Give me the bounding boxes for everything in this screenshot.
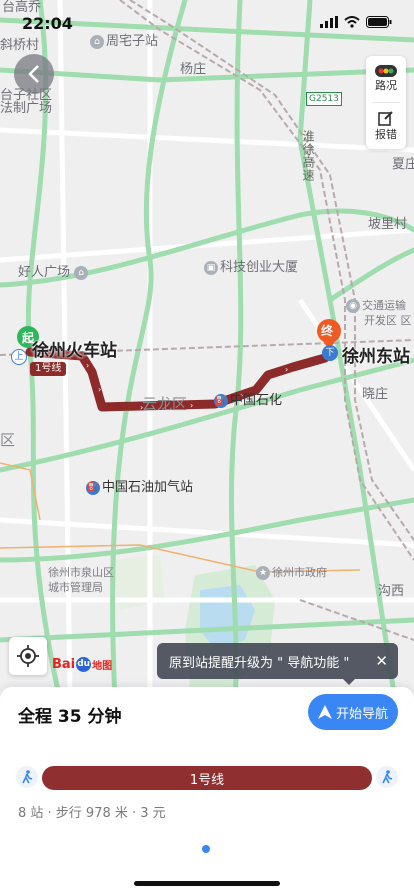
route-duration: 全程 35 分钟	[18, 707, 122, 727]
traffic-button[interactable]: 路况	[366, 56, 406, 102]
svg-text:›: ›	[190, 401, 193, 410]
road-label: 淮徐高速	[301, 130, 315, 182]
map-label: ⛽ 中国石油加气站	[86, 480, 194, 495]
gas-station-icon: ⛽	[214, 393, 228, 408]
walk-icon	[376, 766, 398, 788]
map-label: 夏庄	[392, 157, 414, 172]
alight-icon: 下	[322, 345, 338, 361]
map-label: ◉ 交通运输	[346, 298, 406, 314]
map-label: 法制广场	[0, 101, 53, 116]
route-panel: 全程 35 分钟 开始导航 1号线 8 站 · 步行 978 米 · 3 元	[0, 687, 414, 896]
home-indicator	[134, 881, 280, 886]
map-label: 城市管理局	[48, 581, 103, 594]
navigate-arrow-icon	[317, 705, 332, 719]
map-label: 晓庄	[362, 387, 389, 402]
svg-text:›: ›	[86, 361, 89, 370]
star-icon: ★	[256, 566, 270, 580]
route-segments[interactable]: 1号线	[16, 766, 398, 790]
report-label: 报错	[375, 128, 397, 141]
traffic-label: 路况	[375, 79, 397, 92]
status-time: 22:04	[22, 14, 73, 33]
landmark-icon: ⌂	[74, 265, 89, 280]
map-label: ▣ 科技创业大厦	[204, 260, 298, 276]
map-label: 开发区 区	[364, 314, 412, 327]
battery-icon	[366, 16, 392, 28]
svg-text:›: ›	[98, 385, 101, 394]
board-icon: 上	[11, 349, 27, 365]
map-tools: 路况 报错	[366, 56, 406, 149]
destination-station-label[interactable]: 徐州东站	[342, 349, 410, 366]
crosshair-icon	[17, 645, 39, 667]
line-tag: 1号线	[30, 362, 67, 376]
origin-station-label[interactable]: 徐州火车站	[32, 343, 117, 360]
map-label: ⛽ 中国石化	[214, 393, 283, 408]
government-icon: ◉	[346, 299, 360, 313]
svg-text:›: ›	[285, 365, 288, 374]
status-bar: 22:04	[0, 0, 414, 44]
map-label: ★ 徐州市政府	[256, 565, 327, 581]
signal-icon	[320, 16, 338, 28]
district-label: 云龙区	[142, 395, 188, 413]
page-indicator[interactable]	[202, 845, 210, 853]
locate-button[interactable]	[9, 637, 47, 675]
map-label: 坡里村	[368, 217, 408, 232]
wifi-icon	[344, 16, 360, 28]
route-summary: 8 站 · 步行 978 米 · 3 元	[18, 806, 166, 821]
map-label: 徐州市泉山区	[48, 566, 114, 579]
walk-icon	[16, 766, 38, 788]
status-icons	[320, 16, 392, 28]
edit-icon	[378, 111, 393, 126]
start-navigation-button[interactable]: 开始导航	[308, 694, 398, 730]
map-label: 杨庄	[180, 62, 207, 77]
traffic-light-icon	[375, 65, 397, 77]
upgrade-tip[interactable]: 原到站提醒升级为 " 导航功能 " ✕	[157, 643, 398, 685]
gas-station-icon: ⛽	[86, 480, 100, 495]
close-icon[interactable]: ✕	[375, 652, 388, 670]
map-label: 沟西	[378, 584, 405, 599]
metro-line-segment[interactable]: 1号线	[42, 766, 372, 790]
back-button[interactable]	[14, 54, 54, 94]
highway-shield: G2513	[306, 92, 342, 106]
building-icon: ▣	[204, 260, 218, 275]
paw-icon: du	[76, 657, 92, 672]
map-view[interactable]: › › › › › › 台高乔 斜桥村 ⌂ 周宅子站 杨庄 台子社区 法制广场 淮徐高速 …	[0, 0, 414, 700]
end-marker[interactable]: 终	[321, 323, 333, 339]
tip-text: 原到站提醒升级为 " 导航功能 "	[169, 655, 350, 671]
map-label: 好人广场 ⌂	[18, 265, 90, 281]
baidu-logo: Bai du 地图	[52, 657, 113, 672]
chevron-left-icon	[28, 65, 39, 83]
report-button[interactable]: 报错	[366, 103, 406, 149]
district-label: 区	[0, 431, 16, 449]
